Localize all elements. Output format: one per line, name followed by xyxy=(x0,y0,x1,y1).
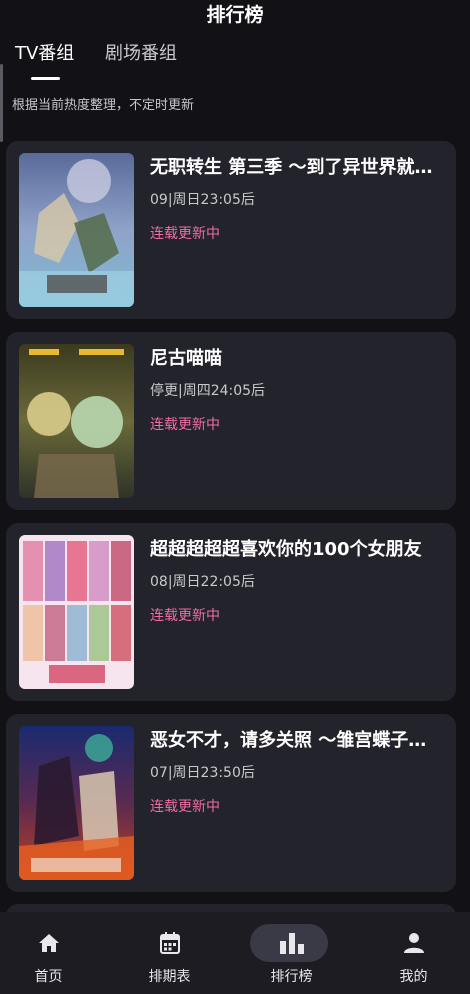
ranking-card[interactable]: 尼古喵喵 停更|周四24:05后 连载更新中 xyxy=(6,332,456,510)
anime-title: 超超超超超喜欢你的100个女朋友 xyxy=(150,539,422,560)
nav-label: 首页 xyxy=(34,969,63,985)
nav-label: 排行榜 xyxy=(270,969,313,985)
person-icon xyxy=(355,931,470,955)
tab-tv[interactable]: TV番组 xyxy=(15,42,74,66)
tab-bar: TV番组 剧场番组 xyxy=(0,36,470,84)
ranking-card[interactable]: 无职转生 第三季 ～到了异世界就拿出真本事～ 09|周日23:05后 连载更新中 xyxy=(6,141,456,319)
status-text: 连载更新中 xyxy=(150,417,220,433)
nav-item-schedule[interactable]: 排期表 xyxy=(111,912,228,994)
nav-item-ranking[interactable]: 排行榜 xyxy=(233,912,350,994)
cover-image xyxy=(19,153,134,307)
ranking-card[interactable]: 超超超超超喜欢你的100个女朋友 08|周日22:05后 连载更新中 xyxy=(6,523,456,701)
cover-image xyxy=(19,726,134,880)
nav-label: 我的 xyxy=(399,969,428,985)
anime-title: 无职转生 第三季 ～到了异世界就拿出真本事～ xyxy=(150,157,435,178)
nav-item-profile[interactable]: 我的 xyxy=(355,912,470,994)
nav-label: 排期表 xyxy=(148,969,191,985)
bottom-navigation: 首页 排期表 排行榜 我的 xyxy=(0,912,470,994)
cover-image xyxy=(19,535,134,689)
home-icon xyxy=(0,931,107,955)
ranking-page: 排行榜 TV番组 剧场番组 根据当前热度整理，不定时更新 无职转生 第三季 ～到… xyxy=(0,0,470,994)
tab-indicator xyxy=(31,77,60,80)
ranking-note: 根据当前热度整理，不定时更新 xyxy=(12,98,195,113)
schedule-text: 停更|周四24:05后 xyxy=(150,383,266,399)
status-text: 连载更新中 xyxy=(150,226,220,242)
status-text: 连载更新中 xyxy=(150,799,220,815)
schedule-text: 07|周日23:50后 xyxy=(150,765,255,781)
ranking-card[interactable]: 恶女不才，请多关照 ～雏宫蝶子的反击～ 07|周日23:50后 连载更新中 xyxy=(6,714,456,892)
schedule-text: 09|周日23:05后 xyxy=(150,192,255,208)
scroll-edge xyxy=(0,64,3,142)
nav-item-home[interactable]: 首页 xyxy=(0,912,107,994)
tab-theater[interactable]: 剧场番组 xyxy=(105,42,177,66)
anime-title: 尼古喵喵 xyxy=(150,348,222,369)
anime-title: 恶女不才，请多关照 ～雏宫蝶子的反击～ xyxy=(150,730,435,751)
calendar-icon xyxy=(111,931,228,955)
page-title: 排行榜 xyxy=(206,4,264,26)
bar-chart-icon xyxy=(233,931,350,955)
status-text: 连载更新中 xyxy=(150,608,220,624)
schedule-text: 08|周日22:05后 xyxy=(150,574,255,590)
cover-image xyxy=(19,344,134,498)
